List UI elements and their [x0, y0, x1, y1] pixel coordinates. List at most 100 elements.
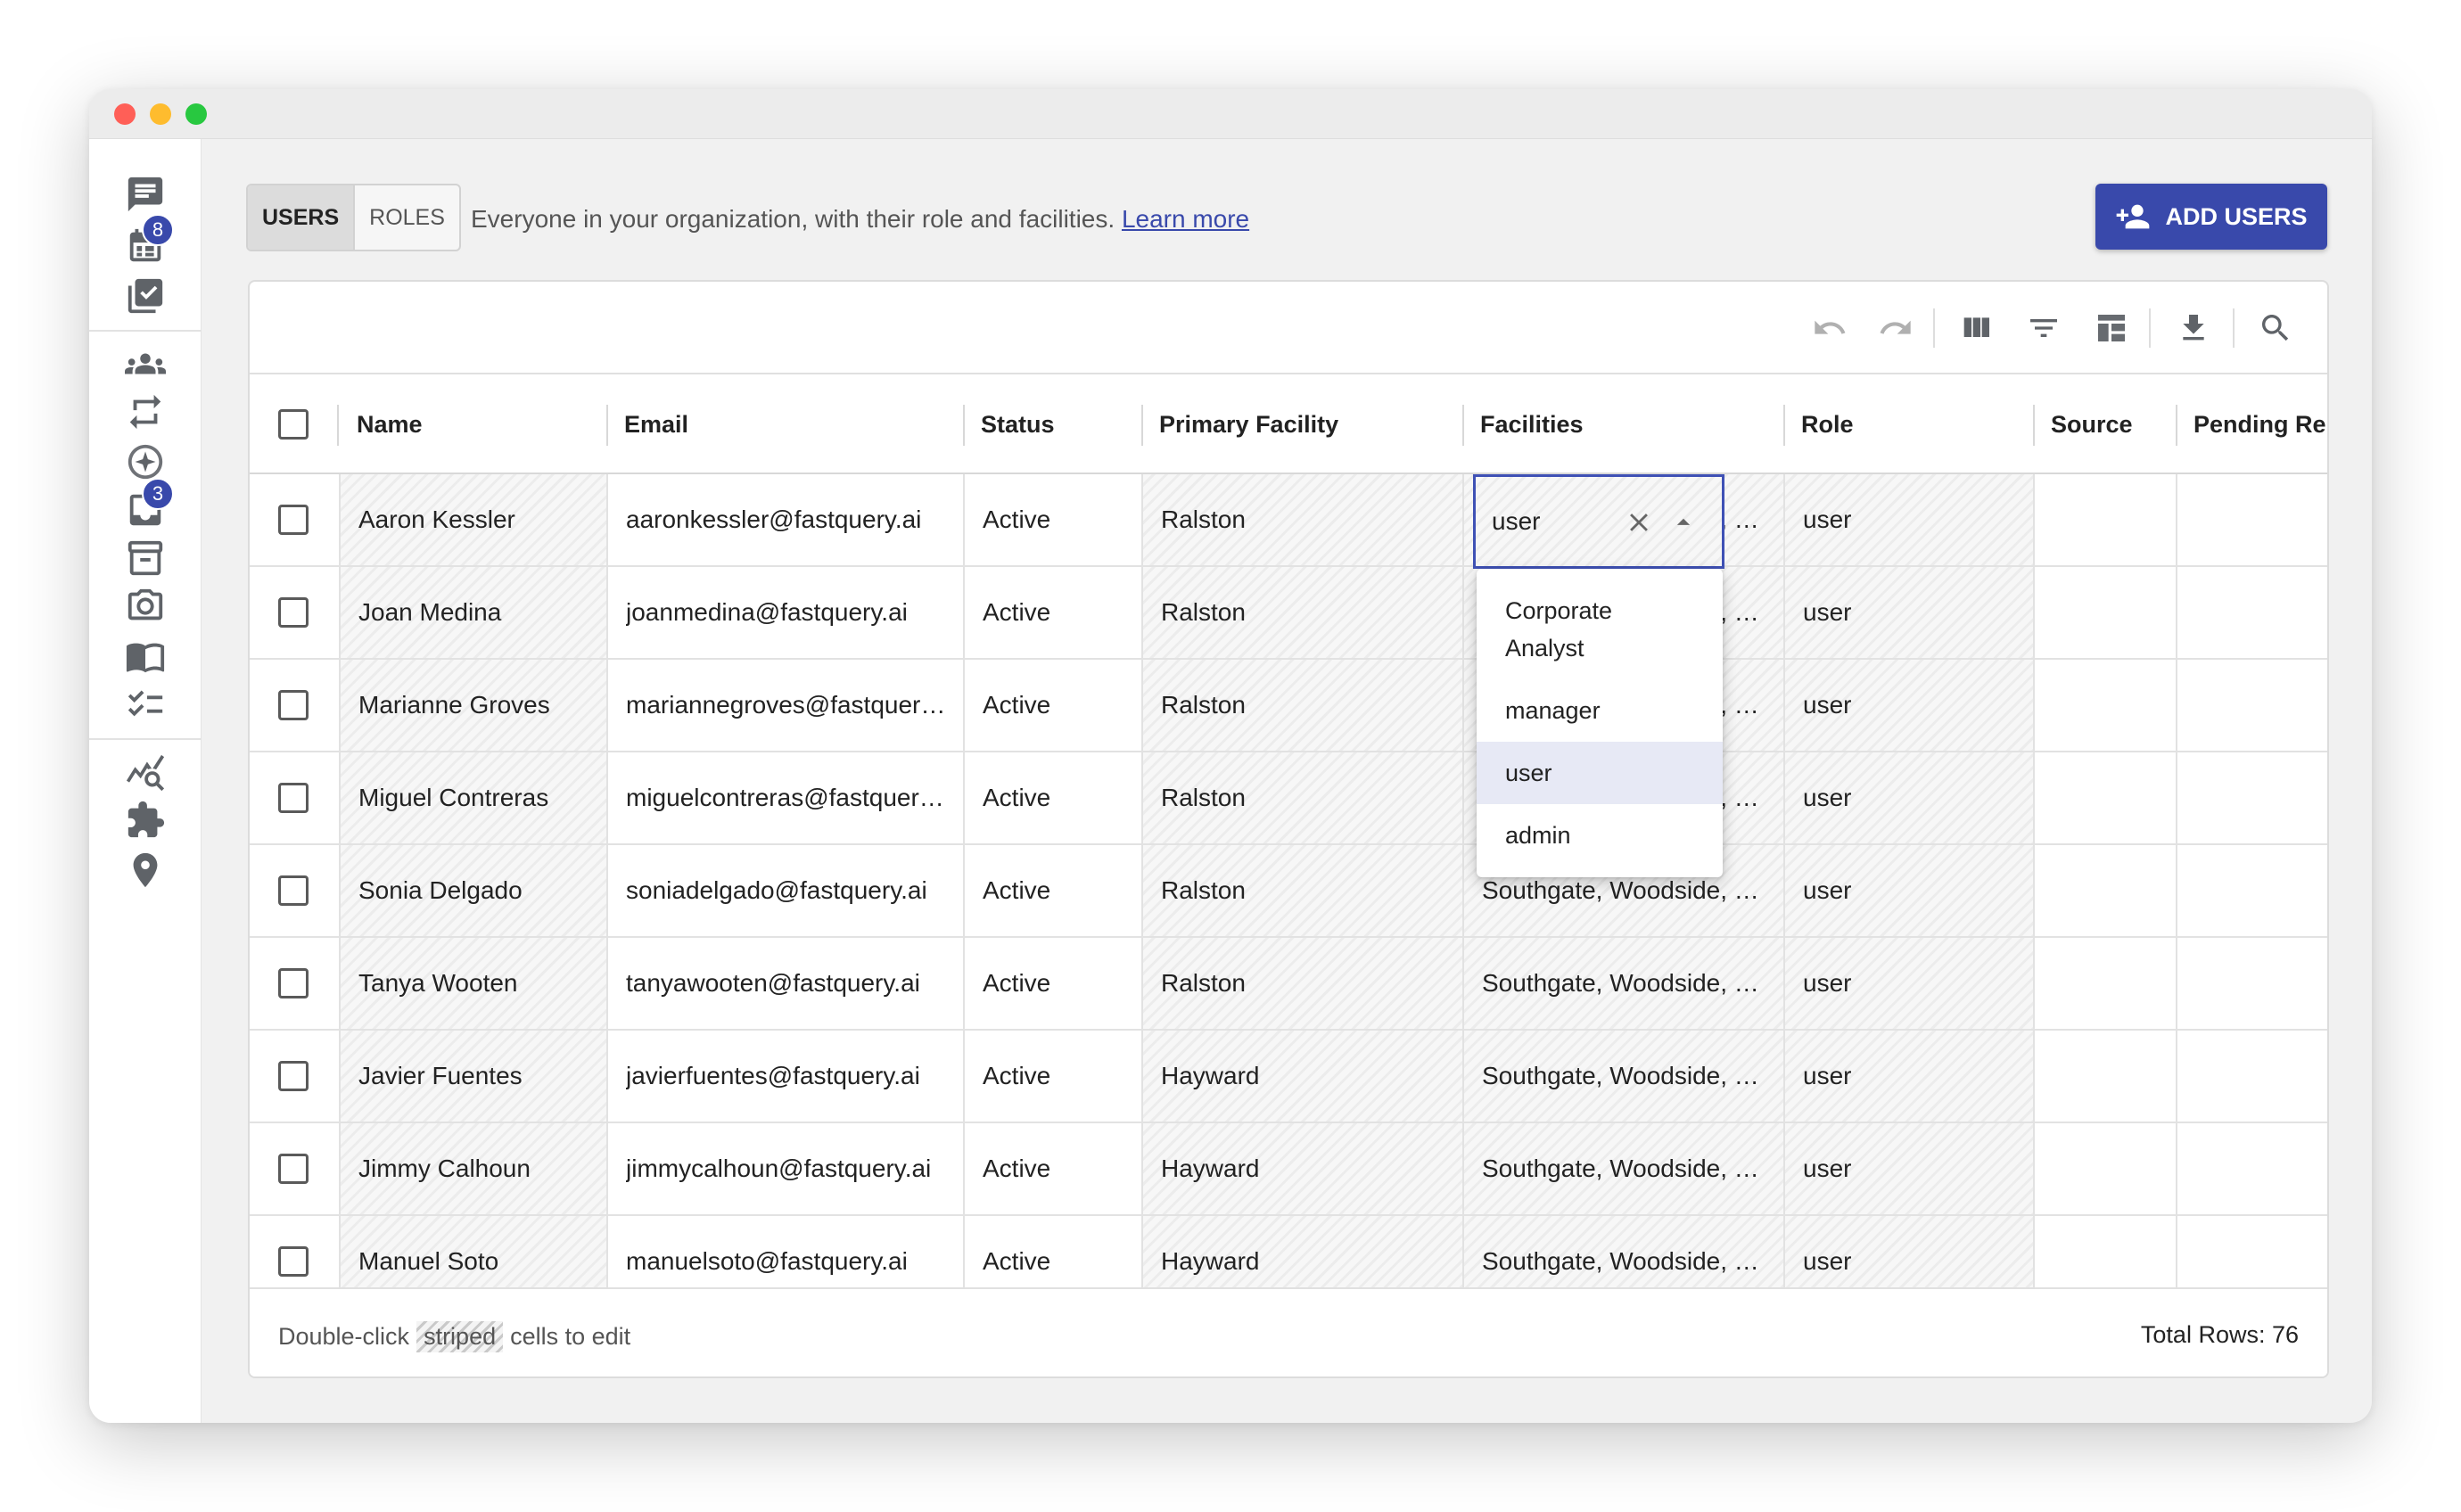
- cell-source[interactable]: [2033, 938, 2176, 1029]
- cell-name[interactable]: Marianne Groves: [339, 660, 606, 751]
- redo-icon[interactable]: [1878, 310, 1914, 346]
- cell-name[interactable]: Tanya Wooten: [339, 938, 606, 1029]
- cell-pending[interactable]: [2176, 567, 2327, 658]
- cell-primary-facility[interactable]: Hayward: [1141, 1123, 1462, 1214]
- minimize-window-button[interactable]: [150, 103, 171, 125]
- table-row[interactable]: Sonia Delgado soniadelgado@fastquery.ai Ac…: [250, 845, 2327, 938]
- row-checkbox[interactable]: [278, 783, 309, 813]
- cell-email[interactable]: soniadelgado@fastquery.ai: [606, 845, 963, 936]
- cell-primary-facility[interactable]: Hayward: [1141, 1031, 1462, 1122]
- cell-pending[interactable]: [2176, 1123, 2327, 1214]
- cell-name[interactable]: Jimmy Calhoun: [339, 1123, 606, 1214]
- cell-source[interactable]: [2033, 474, 2176, 565]
- cell-email[interactable]: tanyawooten@fastquery.ai: [606, 938, 963, 1029]
- ai-sparkle-icon[interactable]: [124, 440, 167, 483]
- cell-role[interactable]: user: [1783, 567, 2033, 658]
- calendar-table-icon[interactable]: 8: [124, 214, 174, 267]
- cell-source[interactable]: [2033, 752, 2176, 843]
- checklist-icon[interactable]: [124, 683, 167, 726]
- density-icon[interactable]: [2094, 310, 2129, 346]
- cell-email[interactable]: manuelsoto@fastquery.ai: [606, 1216, 963, 1287]
- cell-primary-facility[interactable]: Ralston: [1141, 845, 1462, 936]
- table-row[interactable]: Tanya Wooten tanyawooten@fastquery.ai Acti…: [250, 938, 2327, 1031]
- clear-icon[interactable]: [1624, 507, 1654, 538]
- cell-primary-facility[interactable]: Ralston: [1141, 660, 1462, 751]
- table-row[interactable]: Javier Fuentes javierfuentes@fastquery.ai…: [250, 1031, 2327, 1123]
- table-row[interactable]: Miguel Contreras miguelcontreras@fastquer…: [250, 752, 2327, 845]
- column-header-role[interactable]: Role: [1783, 374, 2033, 474]
- row-checkbox[interactable]: [278, 1246, 309, 1277]
- filter-icon[interactable]: [2026, 310, 2062, 346]
- cell-email[interactable]: miguelcontreras@fastquery.ai: [606, 752, 963, 843]
- cell-status[interactable]: Active: [963, 845, 1141, 936]
- cell-name[interactable]: Javier Fuentes: [339, 1031, 606, 1122]
- row-checkbox[interactable]: [278, 690, 309, 720]
- maximize-window-button[interactable]: [185, 103, 207, 125]
- cell-status[interactable]: Active: [963, 1216, 1141, 1287]
- cell-role[interactable]: user: [1783, 660, 2033, 751]
- download-icon[interactable]: [2176, 310, 2211, 346]
- cell-role[interactable]: user: [1783, 1031, 2033, 1122]
- cell-primary-facility[interactable]: Hayward: [1141, 1216, 1462, 1287]
- tab-roles[interactable]: ROLES: [355, 185, 459, 250]
- table-row[interactable]: Aaron Kessler aaronkessler@fastquery.ai Ac…: [250, 474, 2327, 567]
- caret-up-icon[interactable]: [1668, 507, 1699, 538]
- row-checkbox[interactable]: [278, 875, 309, 906]
- cell-facilities[interactable]: Southgate, Woodside, Ralston: [1462, 938, 1783, 1029]
- cell-source[interactable]: [2033, 845, 2176, 936]
- chat-icon[interactable]: [124, 173, 167, 216]
- row-checkbox[interactable]: [278, 1154, 309, 1184]
- learn-more-link[interactable]: Learn more: [1122, 205, 1249, 233]
- location-pin-icon[interactable]: [124, 849, 167, 892]
- cell-source[interactable]: [2033, 1031, 2176, 1122]
- column-header-status[interactable]: Status: [963, 374, 1141, 474]
- cell-primary-facility[interactable]: Ralston: [1141, 474, 1462, 565]
- role-option-user[interactable]: user: [1477, 742, 1723, 804]
- cell-pending[interactable]: [2176, 474, 2327, 565]
- table-row[interactable]: Joan Medina joanmedina@fastquery.ai Active…: [250, 567, 2327, 660]
- column-header-name[interactable]: Name: [339, 374, 606, 474]
- tasks-checklist-icon[interactable]: [124, 275, 167, 317]
- column-header-email[interactable]: Email: [606, 374, 963, 474]
- cell-status[interactable]: Active: [963, 752, 1141, 843]
- cell-name[interactable]: Sonia Delgado: [339, 845, 606, 936]
- columns-icon[interactable]: [1958, 310, 1994, 346]
- cell-role[interactable]: user: [1783, 938, 2033, 1029]
- users-group-icon[interactable]: [124, 342, 167, 385]
- analytics-search-icon[interactable]: [124, 751, 167, 793]
- row-checkbox[interactable]: [278, 597, 309, 628]
- column-header-facilities[interactable]: Facilities: [1462, 374, 1783, 474]
- cell-status[interactable]: Active: [963, 1123, 1141, 1214]
- cell-status[interactable]: Active: [963, 567, 1141, 658]
- cell-pending[interactable]: [2176, 938, 2327, 1029]
- cell-status[interactable]: Active: [963, 474, 1141, 565]
- column-header-source[interactable]: Source: [2033, 374, 2176, 474]
- column-header-primary-facility[interactable]: Primary Facility: [1141, 374, 1462, 474]
- cell-status[interactable]: Active: [963, 660, 1141, 751]
- archive-icon[interactable]: [124, 537, 167, 579]
- search-icon[interactable]: [2258, 310, 2293, 346]
- cell-primary-facility[interactable]: Ralston: [1141, 752, 1462, 843]
- cell-name[interactable]: Joan Medina: [339, 567, 606, 658]
- cell-source[interactable]: [2033, 1216, 2176, 1287]
- row-checkbox[interactable]: [278, 1061, 309, 1091]
- tab-users[interactable]: USERS: [248, 185, 356, 250]
- cell-name[interactable]: Miguel Contreras: [339, 752, 606, 843]
- cell-pending[interactable]: [2176, 1031, 2327, 1122]
- undo-icon[interactable]: [1812, 310, 1848, 346]
- sync-arrows-icon[interactable]: [124, 390, 167, 433]
- cell-email[interactable]: mariannegroves@fastquery.ai: [606, 660, 963, 751]
- role-select-editor[interactable]: user: [1473, 474, 1724, 569]
- role-option-manager[interactable]: manager: [1477, 679, 1723, 742]
- close-window-button[interactable]: [114, 103, 136, 125]
- cell-primary-facility[interactable]: Ralston: [1141, 567, 1462, 658]
- row-checkbox[interactable]: [278, 505, 309, 535]
- cell-facilities[interactable]: Southgate, Woodside, Ralston: [1462, 1123, 1783, 1214]
- book-icon[interactable]: [124, 635, 167, 678]
- table-row[interactable]: Marianne Groves mariannegroves@fastquery.…: [250, 660, 2327, 752]
- cell-email[interactable]: joanmedina@fastquery.ai: [606, 567, 963, 658]
- cell-name[interactable]: Manuel Soto: [339, 1216, 606, 1287]
- table-row[interactable]: Jimmy Calhoun jimmycalhoun@fastquery.ai Ac…: [250, 1123, 2327, 1216]
- cell-role[interactable]: user: [1783, 1123, 2033, 1214]
- cell-name[interactable]: Aaron Kessler: [339, 474, 606, 565]
